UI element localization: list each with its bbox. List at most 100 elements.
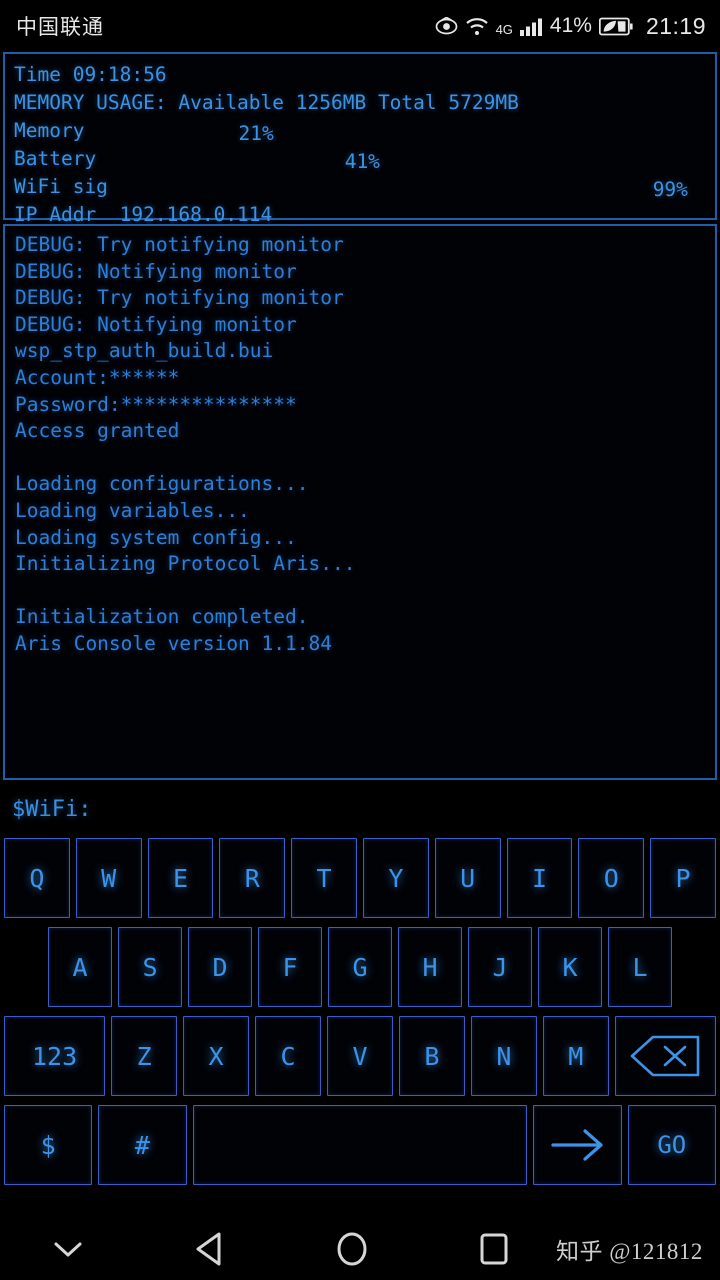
console-log-line — [15, 445, 705, 472]
arrow-right-icon — [550, 1128, 606, 1162]
key-s-label: S — [142, 952, 158, 982]
key-s[interactable]: S — [118, 927, 182, 1007]
key-o[interactable]: O — [578, 838, 645, 918]
key-d[interactable]: D — [188, 927, 252, 1007]
key-w[interactable]: W — [75, 838, 142, 918]
key-i-label: I — [531, 863, 547, 893]
console-log-line — [15, 578, 705, 605]
key-a-label: A — [72, 952, 88, 982]
key-space[interactable] — [192, 1105, 528, 1185]
memory-usage-line: MEMORY USAGE: Available 1256MB Total 572… — [14, 91, 519, 114]
back-triangle-icon[interactable] — [150, 1218, 270, 1280]
key-r[interactable]: R — [219, 838, 286, 918]
key-u[interactable]: U — [434, 838, 501, 918]
status-icon-group: 4G 41% 21:19 — [435, 13, 706, 40]
meter-label-wifi: WiFi sig — [14, 175, 108, 198]
key-g[interactable]: G — [328, 927, 392, 1007]
key-dollar[interactable]: $ — [4, 1105, 93, 1185]
key-go[interactable]: GO — [627, 1105, 716, 1185]
key-i[interactable]: I — [506, 838, 573, 918]
key-h[interactable]: H — [398, 927, 462, 1007]
key-a[interactable]: A — [48, 927, 112, 1007]
network-type-label: 4G — [495, 21, 513, 37]
key-e[interactable]: E — [147, 838, 214, 918]
chevron-down-icon[interactable] — [8, 1218, 128, 1280]
console-log-line: Account:****** — [15, 365, 180, 389]
key-f-label: F — [282, 952, 298, 982]
console-log-line: Initializing Protocol Aris... — [15, 552, 356, 576]
carrier-label: 中国联通 — [16, 16, 104, 39]
console-log-line: Loading variables... — [15, 498, 250, 522]
key-m-label: M — [568, 1041, 584, 1071]
key-h-label: H — [422, 952, 438, 982]
command-prompt[interactable]: $WiFi: — [0, 780, 720, 838]
key-u-label: U — [460, 863, 476, 893]
battery-icon — [598, 17, 633, 36]
meter-track-wifi: 99% — [120, 177, 688, 201]
key-c-label: C — [280, 1041, 296, 1071]
key-p-label: P — [675, 863, 691, 893]
status-bar: 中国联通 4G 41% 21:19 — [0, 0, 720, 52]
console-log-line: Loading configurations... — [15, 472, 309, 496]
key-w-label: W — [101, 863, 117, 893]
key-z-label: Z — [136, 1041, 152, 1071]
key-z[interactable]: Z — [111, 1016, 178, 1096]
key-x[interactable]: X — [183, 1016, 250, 1096]
console-log-panel[interactable]: DEBUG: Try notifying monitor DEBUG: Notif… — [3, 224, 717, 780]
key-hash-label: # — [134, 1130, 150, 1160]
meter-value-wifi: 99% — [652, 177, 688, 201]
key-arrow-right[interactable] — [533, 1105, 622, 1185]
console-log-line: DEBUG: Try notifying monitor — [15, 233, 344, 256]
key-c[interactable]: C — [255, 1016, 321, 1096]
key-v-label: V — [352, 1041, 368, 1071]
console-log-line: Initialization completed. — [15, 605, 309, 629]
battery-percent-label: 41% — [549, 14, 592, 37]
meter-label-battery: Battery — [14, 147, 108, 170]
4g-icon: 4G — [496, 22, 513, 37]
key-t[interactable]: T — [291, 838, 357, 918]
key-l[interactable]: L — [608, 927, 672, 1007]
key-d-label: D — [212, 952, 228, 982]
console-log-line: DEBUG: Notifying monitor — [15, 312, 297, 336]
console-log-line: Access granted — [15, 419, 180, 443]
key-b[interactable]: B — [398, 1016, 465, 1096]
key-k[interactable]: K — [538, 927, 602, 1007]
key-f[interactable]: F — [258, 927, 322, 1007]
meter-track-memory: 21% — [120, 121, 651, 145]
key-numeric-switch-label: 123 — [31, 1041, 78, 1071]
key-backspace[interactable] — [614, 1016, 716, 1096]
console-log-line: DEBUG: Try notifying monitor — [15, 286, 344, 310]
meter-label-memory: Memory — [14, 119, 97, 142]
key-y-label: Y — [388, 863, 404, 893]
wifi-icon — [465, 16, 489, 36]
key-k-label: K — [562, 952, 578, 982]
key-p[interactable]: P — [650, 838, 716, 918]
meter-row-wifi: WiFi sig 99% — [14, 173, 706, 201]
key-j[interactable]: J — [468, 927, 532, 1007]
key-y[interactable]: Y — [362, 838, 429, 918]
keyboard-row-2: A S D FGH J KL — [2, 927, 718, 1007]
key-hash[interactable]: # — [98, 1105, 187, 1185]
keyboard-row-3: 123 Z X C V B N M — [2, 1016, 718, 1096]
key-b-label: B — [424, 1041, 440, 1071]
on-screen-keyboard[interactable]: Q W E R T Y U I O P A S D F G H J K L 123 Z X C V B N M $ # GO — [0, 838, 720, 1185]
meter-track-battery: 41% — [120, 149, 651, 173]
key-q[interactable]: Q — [4, 838, 70, 918]
meter-row-battery: Battery 41% — [14, 145, 706, 173]
key-go-label: GO — [657, 1131, 687, 1159]
meter-value-battery: 41% — [344, 149, 380, 173]
home-circle-icon[interactable] — [292, 1218, 412, 1280]
recents-square-icon[interactable] — [434, 1218, 554, 1280]
meter-row-memory: Memory 21% — [14, 117, 706, 145]
key-v[interactable]: V — [327, 1016, 393, 1096]
system-status-panel: Time 09:18:56 MEMORY USAGE: Available 12… — [3, 52, 717, 226]
key-m[interactable]: M — [542, 1016, 609, 1096]
key-j-label: J — [492, 952, 508, 982]
key-numeric-switch[interactable]: 123 — [4, 1016, 106, 1096]
signal-bars-icon — [519, 17, 542, 36]
eye-icon — [435, 17, 458, 35]
prompt-text: $WiFi: — [12, 796, 92, 822]
key-dollar-label: $ — [40, 1130, 56, 1160]
key-q-label: Q — [29, 863, 45, 893]
key-n[interactable]: N — [470, 1016, 537, 1096]
